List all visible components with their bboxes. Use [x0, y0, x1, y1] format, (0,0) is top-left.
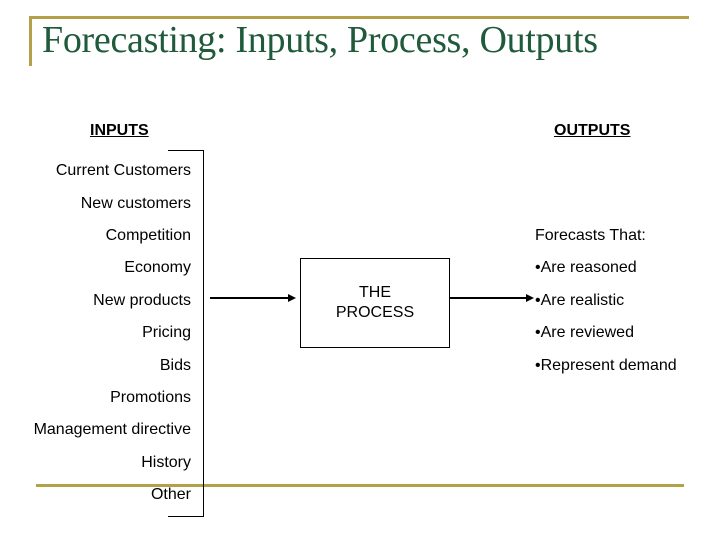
inputs-bracket-bottom [168, 516, 204, 517]
output-item: •Are reviewed [535, 324, 634, 341]
bottom-accent-line [36, 484, 684, 487]
input-arrow-shaft [210, 297, 290, 299]
outputs-intro: Forecasts That: [535, 227, 646, 244]
process-label-line2: PROCESS [335, 304, 415, 321]
inputs-bracket-vertical [203, 150, 204, 517]
input-item: Management directive [33, 421, 191, 438]
process-label-line1: THE [359, 284, 391, 301]
input-item: Current Customers [55, 162, 191, 179]
input-arrow-head [288, 294, 296, 302]
inputs-bracket-top [168, 150, 204, 151]
output-item: •Represent demand [535, 357, 677, 374]
output-item: •Are realistic [535, 292, 625, 309]
inputs-heading: INPUTS [90, 122, 149, 139]
input-item: Competition [105, 227, 191, 244]
output-item: •Are reasoned [535, 259, 637, 276]
output-arrow-shaft [450, 297, 527, 299]
outputs-heading: OUTPUTS [554, 122, 631, 139]
input-item: Economy [124, 259, 191, 276]
left-accent-line [29, 16, 32, 66]
input-item: Other [150, 486, 191, 503]
process-box: THE PROCESS [300, 258, 450, 348]
input-item: New customers [80, 195, 191, 212]
output-arrow-head [526, 294, 534, 302]
input-item: Promotions [110, 389, 191, 406]
slide-title: Forecasting: Inputs, Process, Outputs [42, 19, 598, 61]
input-item: Pricing [142, 324, 191, 341]
input-item: Bids [159, 357, 191, 374]
input-item: New products [93, 292, 191, 309]
input-item: History [141, 454, 191, 471]
